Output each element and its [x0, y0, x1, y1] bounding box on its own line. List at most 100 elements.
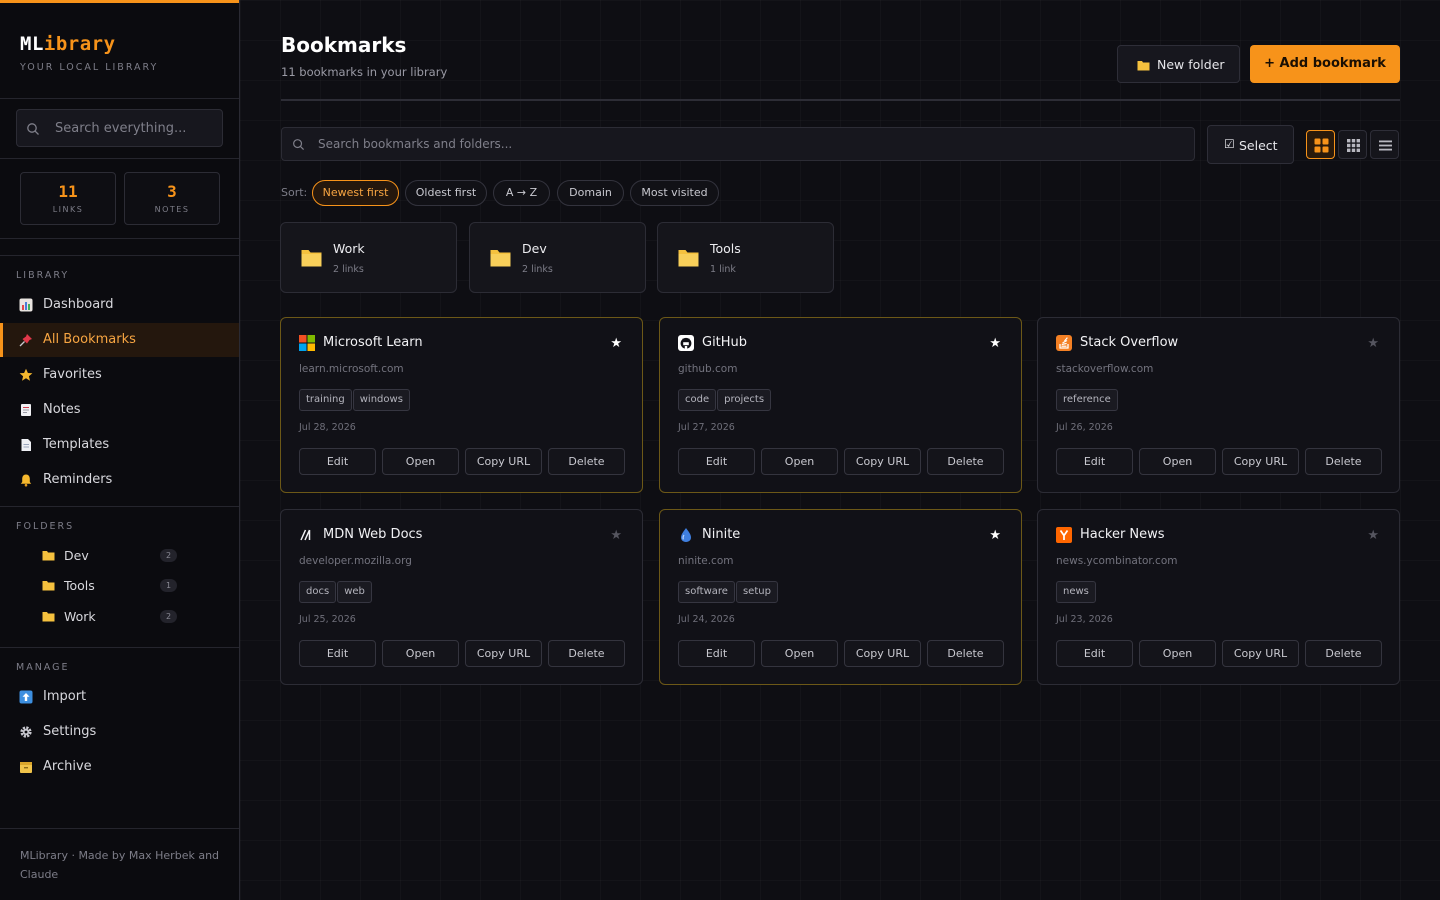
- edit-button[interactable]: Edit: [678, 448, 755, 475]
- bookmark-card-mdn-web-docs[interactable]: MDN Web Docs ★ developer.mozilla.org doc…: [280, 509, 643, 685]
- bookmark-title[interactable]: Hacker News: [1080, 527, 1165, 542]
- copy-url-button[interactable]: Copy URL: [465, 448, 542, 475]
- bookmark-domain: news.ycombinator.com: [1056, 555, 1178, 567]
- bookmark-card-microsoft-learn[interactable]: Microsoft Learn ★ learn.microsoft.com tr…: [280, 317, 643, 493]
- edit-button[interactable]: Edit: [678, 640, 755, 667]
- select-button[interactable]: ☑ Select: [1207, 125, 1294, 164]
- nav-item-all-bookmarks[interactable]: All Bookmarks: [0, 323, 239, 357]
- tag[interactable]: software: [678, 581, 735, 603]
- folder-icon: [490, 250, 511, 267]
- favorite-star-icon[interactable]: ★: [1367, 528, 1379, 543]
- card-actions: Edit Open Copy URL Delete: [1056, 448, 1382, 475]
- small-grid-view-button[interactable]: [1338, 130, 1367, 159]
- open-button[interactable]: Open: [1139, 640, 1216, 667]
- delete-button[interactable]: Delete: [1305, 640, 1382, 667]
- gear-icon: [20, 726, 32, 738]
- copy-url-button[interactable]: Copy URL: [465, 640, 542, 667]
- large-grid-view-button[interactable]: [1306, 130, 1335, 159]
- open-button[interactable]: Open: [761, 448, 838, 475]
- folder-card-tools[interactable]: Tools 1 link: [657, 222, 834, 293]
- favorite-star-icon[interactable]: ★: [1367, 336, 1379, 351]
- sort-chip-newest[interactable]: Newest first: [312, 180, 399, 206]
- nav-item-dashboard[interactable]: Dashboard: [0, 288, 239, 322]
- delete-button[interactable]: Delete: [927, 640, 1004, 667]
- copy-url-button[interactable]: Copy URL: [1222, 448, 1299, 475]
- sort-chip-alpha[interactable]: A → Z: [493, 180, 550, 206]
- nav-item-label: Archive: [43, 759, 92, 774]
- notes-label: NOTES: [154, 205, 190, 214]
- edit-button[interactable]: Edit: [1056, 640, 1133, 667]
- folder-card-name: Work: [333, 241, 365, 256]
- delete-button[interactable]: Delete: [1305, 448, 1382, 475]
- sort-chip-oldest[interactable]: Oldest first: [405, 180, 487, 206]
- tag[interactable]: reference: [1056, 389, 1118, 411]
- delete-button[interactable]: Delete: [927, 448, 1004, 475]
- sort-chip-domain[interactable]: Domain: [557, 180, 624, 206]
- open-button[interactable]: Open: [382, 448, 459, 475]
- folder-icon: [1137, 61, 1150, 71]
- nav-item-settings[interactable]: Settings: [0, 715, 239, 749]
- delete-button[interactable]: Delete: [548, 448, 625, 475]
- edit-button[interactable]: Edit: [1056, 448, 1133, 475]
- tag[interactable]: windows: [352, 389, 410, 411]
- sidebar-folder-dev[interactable]: Dev 2: [0, 541, 239, 569]
- notes-stat[interactable]: 3 NOTES: [124, 172, 220, 225]
- sidebar-folder-work[interactable]: Work 2: [0, 602, 239, 630]
- tag[interactable]: web: [337, 581, 372, 603]
- delete-button[interactable]: Delete: [548, 640, 625, 667]
- folder-card-work[interactable]: Work 2 links: [280, 222, 457, 293]
- tag-list: training windows: [299, 389, 410, 411]
- links-label: LINKS: [52, 205, 84, 214]
- edit-button[interactable]: Edit: [299, 640, 376, 667]
- folder-card-dev[interactable]: Dev 2 links: [469, 222, 646, 293]
- tag[interactable]: news: [1056, 581, 1096, 603]
- list-view-button[interactable]: [1370, 130, 1399, 159]
- bookmark-card-github[interactable]: GitHub ★ github.com code projects Jul 27…: [659, 317, 1022, 493]
- bookmark-card-stack-overflow[interactable]: Stack Overflow ★ stackoverflow.com refer…: [1037, 317, 1400, 493]
- page-subtitle: 11 bookmarks in your library: [281, 65, 448, 79]
- nav-item-reminders[interactable]: Reminders: [0, 463, 239, 497]
- nav-item-import[interactable]: Import: [0, 680, 239, 714]
- open-button[interactable]: Open: [382, 640, 459, 667]
- folders-section-label: FOLDERS: [16, 521, 75, 532]
- sidebar-folder-tools[interactable]: Tools 1: [0, 571, 239, 599]
- nav-item-favorites[interactable]: Favorites: [0, 358, 239, 392]
- nav-item-archive[interactable]: Archive: [0, 750, 239, 784]
- brand-logo[interactable]: MLibrary: [20, 33, 116, 55]
- tag[interactable]: code: [678, 389, 717, 411]
- nav-item-label: Dashboard: [43, 297, 114, 312]
- copy-url-button[interactable]: Copy URL: [1222, 640, 1299, 667]
- global-search-input[interactable]: Search everything...: [16, 109, 223, 147]
- nav-item-templates[interactable]: Templates: [0, 428, 239, 462]
- page-title: Bookmarks: [281, 33, 407, 57]
- bookmark-title[interactable]: MDN Web Docs: [323, 527, 422, 542]
- bookmark-search-input[interactable]: Search bookmarks and folders...: [281, 127, 1195, 161]
- tag[interactable]: setup: [735, 581, 778, 603]
- tag[interactable]: docs: [299, 581, 337, 603]
- copy-url-button[interactable]: Copy URL: [844, 448, 921, 475]
- tag[interactable]: training: [299, 389, 352, 411]
- bookmark-title[interactable]: Microsoft Learn: [323, 335, 423, 350]
- new-folder-button[interactable]: New folder: [1117, 45, 1240, 83]
- favorite-star-icon[interactable]: ★: [989, 336, 1001, 351]
- chart-icon: [19, 298, 33, 312]
- bookmark-date: Jul 27, 2026: [678, 422, 735, 433]
- links-stat[interactable]: 11 LINKS: [20, 172, 116, 225]
- favorite-star-icon[interactable]: ★: [610, 336, 622, 351]
- edit-button[interactable]: Edit: [299, 448, 376, 475]
- nav-item-notes[interactable]: Notes: [0, 393, 239, 427]
- bookmark-card-hacker-news[interactable]: Hacker News ★ news.ycombinator.com news …: [1037, 509, 1400, 685]
- open-button[interactable]: Open: [761, 640, 838, 667]
- bookmark-title[interactable]: Ninite: [702, 527, 740, 542]
- sort-chip-most-visited[interactable]: Most visited: [630, 180, 719, 206]
- microsoft-icon: [299, 335, 315, 351]
- copy-url-button[interactable]: Copy URL: [844, 640, 921, 667]
- bookmark-title[interactable]: Stack Overflow: [1080, 335, 1178, 350]
- bookmark-title[interactable]: GitHub: [702, 335, 747, 350]
- favorite-star-icon[interactable]: ★: [610, 528, 622, 543]
- open-button[interactable]: Open: [1139, 448, 1216, 475]
- favorite-star-icon[interactable]: ★: [989, 528, 1001, 543]
- tag[interactable]: projects: [717, 389, 772, 411]
- add-bookmark-button[interactable]: + Add bookmark: [1250, 45, 1400, 83]
- bookmark-card-ninite[interactable]: Ninite ★ ninite.com software setup Jul 2…: [659, 509, 1022, 685]
